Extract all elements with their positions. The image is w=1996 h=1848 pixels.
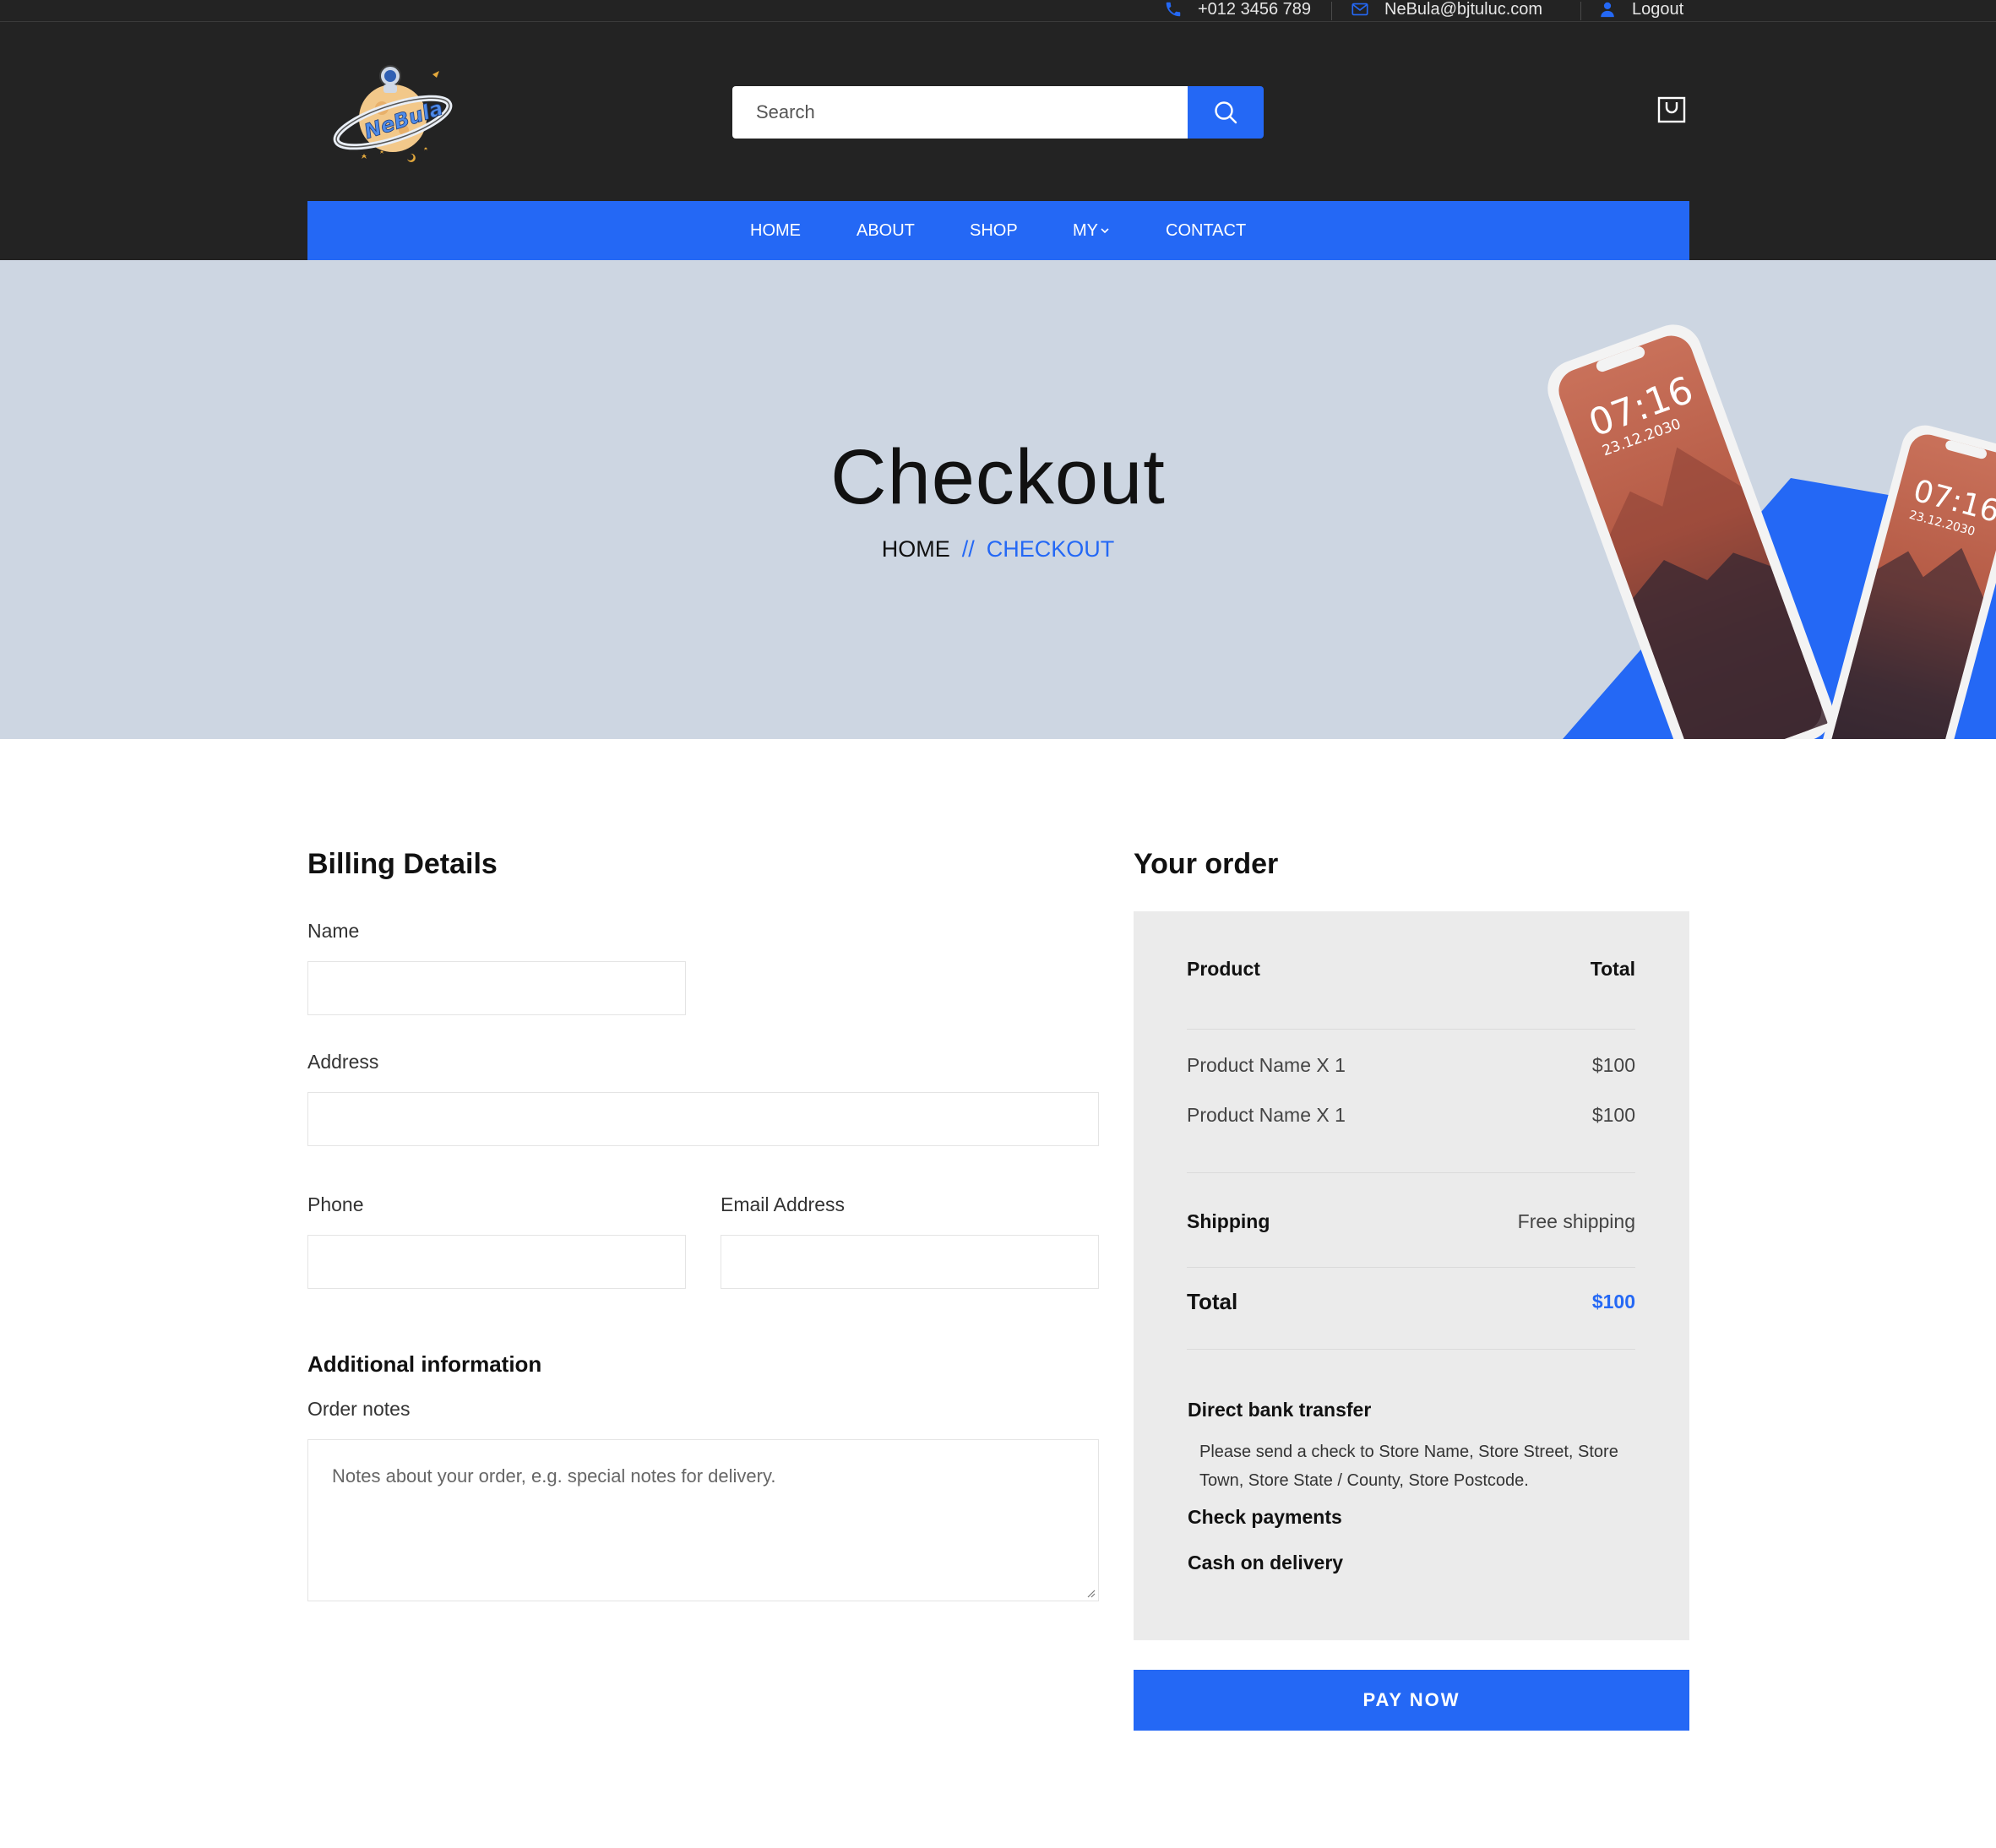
nav-label: CONTACT	[1166, 220, 1247, 240]
nav-label: MY	[1073, 220, 1098, 240]
payment-check[interactable]: Check payments	[1188, 1506, 1342, 1529]
nav-shop[interactable]: SHOP	[970, 201, 1018, 260]
nav-home[interactable]: HOME	[750, 201, 801, 260]
order-title: Your order	[1134, 848, 1279, 880]
search-input[interactable]	[732, 86, 1188, 139]
name-label: Name	[307, 920, 360, 942]
phone-field[interactable]	[307, 1235, 686, 1289]
divider	[1187, 1172, 1635, 1173]
col-total: Total	[1590, 958, 1635, 980]
topbar-phone-text: +012 3456 789	[1198, 0, 1312, 19]
nav-about[interactable]: ABOUT	[857, 201, 915, 260]
resize-handle-icon[interactable]	[1085, 1588, 1096, 1598]
logout-text: Logout	[1632, 0, 1684, 19]
nav-contact[interactable]: CONTACT	[1166, 201, 1246, 260]
order-summary: Product Total Product Name X 1 $100 Prod…	[1134, 911, 1689, 1640]
payment-description: Please send a check to Store Name, Store…	[1199, 1443, 1618, 1490]
nebula-logo[interactable]: NeBula	[329, 59, 456, 169]
phone-label: Phone	[307, 1193, 364, 1215]
page-hero: Checkout HOME // CHECKOUT 07:16 23.12.20…	[0, 260, 1996, 739]
divider	[1580, 2, 1581, 20]
main-nav: HOME ABOUT SHOP MY CONTACT	[307, 201, 1689, 260]
topbar-email[interactable]: NeBula@bjtuluc.com	[1351, 0, 1542, 19]
search-icon	[1215, 101, 1237, 124]
mail-icon	[1352, 3, 1368, 16]
user-icon	[1601, 2, 1614, 18]
nav-my-dropdown[interactable]: MY	[1073, 201, 1110, 260]
item-price: $100	[1591, 1104, 1635, 1126]
phones-illustration: 07:16 23.12.2030 07:16 23.12.2030	[1547, 324, 1996, 739]
breadcrumb-separator: //	[961, 536, 975, 562]
shipping-value: Free shipping	[1517, 1210, 1635, 1232]
breadcrumb-home[interactable]: HOME	[882, 536, 950, 563]
payment-cash-on-delivery[interactable]: Cash on delivery	[1188, 1552, 1343, 1574]
chevron-down-icon	[1101, 228, 1109, 234]
topbar-phone[interactable]: +012 3456 789	[1164, 0, 1311, 19]
order-notes-label: Order notes	[307, 1398, 411, 1420]
address-label: Address	[307, 1051, 379, 1073]
header: NeBula HOME ABOUT SHOP MY CONTACT	[0, 22, 1996, 260]
shipping-row: Shipping Free shipping	[1187, 1210, 1635, 1233]
order-item-row: Product Name X 1 $100	[1187, 1054, 1635, 1077]
email-field[interactable]	[721, 1235, 1099, 1289]
order-item-row: Product Name X 1 $100	[1187, 1104, 1635, 1127]
nav-label: ABOUT	[857, 220, 915, 240]
total-row: Total $100	[1187, 1289, 1635, 1315]
shopping-bag-icon[interactable]	[1657, 95, 1686, 123]
total-label: Total	[1187, 1289, 1238, 1314]
divider	[1331, 2, 1332, 20]
divider	[1187, 1029, 1635, 1030]
order-notes-field[interactable]	[307, 1439, 1099, 1601]
order-header-row: Product Total	[1187, 958, 1635, 981]
divider	[1187, 1267, 1635, 1268]
search-bar	[732, 86, 1264, 139]
search-button[interactable]	[1188, 86, 1264, 139]
top-bar: +012 3456 789 NeBula@bjtuluc.com Logout	[0, 0, 1996, 22]
breadcrumb-current: CHECKOUT	[986, 536, 1115, 562]
billing-title: Billing Details	[307, 848, 498, 880]
logout-link[interactable]: Logout	[1598, 0, 1683, 19]
nav-label: HOME	[750, 220, 801, 240]
shipping-label: Shipping	[1187, 1210, 1270, 1232]
pay-now-button[interactable]: PAY NOW	[1134, 1670, 1689, 1731]
item-price: $100	[1591, 1054, 1635, 1076]
email-label: Email Address	[721, 1193, 846, 1215]
item-name: Product Name X 1	[1187, 1104, 1346, 1126]
nav-label: SHOP	[970, 220, 1018, 240]
phone-icon	[1166, 2, 1181, 17]
name-field[interactable]	[307, 961, 686, 1015]
topbar-email-text: NeBula@bjtuluc.com	[1384, 0, 1543, 19]
address-field[interactable]	[307, 1092, 1099, 1146]
col-product: Product	[1187, 958, 1260, 980]
item-name: Product Name X 1	[1187, 1054, 1346, 1076]
divider	[1187, 1349, 1635, 1350]
total-value: $100	[1591, 1291, 1635, 1313]
payment-direct-bank-transfer[interactable]: Direct bank transfer	[1188, 1399, 1371, 1421]
additional-info-title: Additional information	[307, 1351, 542, 1377]
